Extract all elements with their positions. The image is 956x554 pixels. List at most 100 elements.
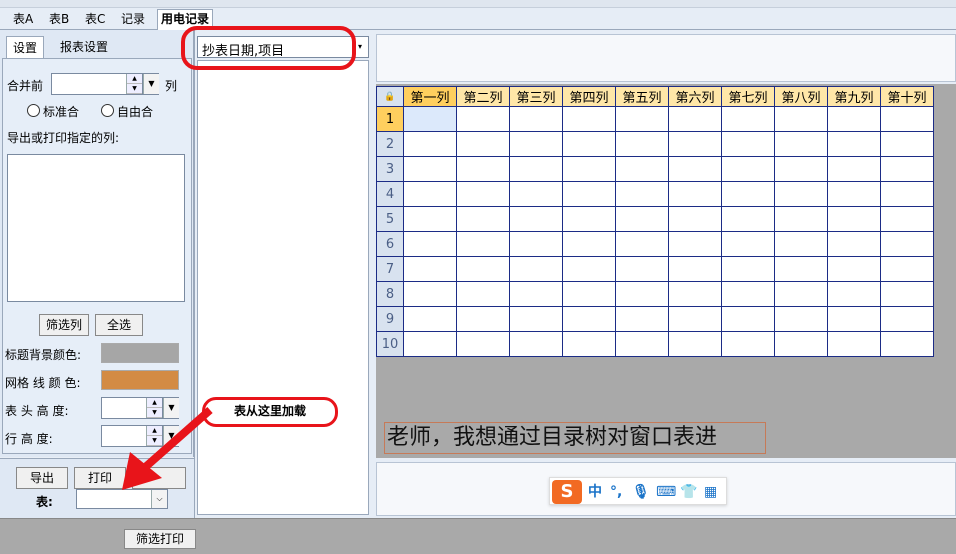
grid-cell[interactable] [827, 106, 881, 132]
grid-cell[interactable] [403, 206, 457, 232]
grid-cell[interactable] [827, 181, 881, 207]
grid-cell[interactable] [880, 231, 934, 257]
select-all-button[interactable]: 全选 [95, 314, 143, 336]
row-header[interactable]: 5 [376, 206, 404, 232]
grid-cell[interactable] [403, 256, 457, 282]
column-header[interactable]: 第一列 [403, 86, 457, 107]
grid-cell[interactable] [456, 231, 510, 257]
grid-cell[interactable] [774, 106, 828, 132]
grid-cell[interactable] [774, 281, 828, 307]
grid-cell[interactable] [827, 281, 881, 307]
grid-cell[interactable] [615, 131, 669, 157]
data-grid[interactable]: 🔒 第一列 第二列 第三列 第四列 第五列 第六列 第七列 第八列 第九列 第十… [376, 86, 934, 357]
grid-cell[interactable] [562, 181, 616, 207]
grid-cell[interactable] [456, 206, 510, 232]
grid-cell[interactable] [456, 281, 510, 307]
grid-cell[interactable] [615, 106, 669, 132]
row-header[interactable]: 8 [376, 281, 404, 307]
table-row[interactable]: 5 [376, 206, 934, 232]
row-header[interactable]: 4 [376, 181, 404, 207]
grid-cell[interactable] [562, 206, 616, 232]
grid-cell[interactable] [509, 181, 563, 207]
grid-cell[interactable] [562, 331, 616, 357]
microphone-icon[interactable]: 🎙 [632, 482, 650, 502]
grid-cell[interactable] [880, 281, 934, 307]
grid-cell[interactable] [615, 156, 669, 182]
column-header[interactable]: 第二列 [456, 86, 510, 107]
subtab-report-settings[interactable]: 报表设置 [54, 36, 114, 58]
export-button[interactable]: 导出 [16, 467, 68, 489]
column-header[interactable]: 第四列 [562, 86, 616, 107]
chinese-mode-icon[interactable]: 中 [588, 482, 602, 502]
grid-cell[interactable] [721, 106, 775, 132]
grid-cell[interactable] [827, 131, 881, 157]
grid-cell[interactable] [403, 131, 457, 157]
grid-cell[interactable] [615, 306, 669, 332]
grid-cell[interactable] [562, 231, 616, 257]
ime-toolbar[interactable]: S 中 °, 🎙 ⌨ 👕 ▦ [549, 477, 727, 505]
column-header[interactable]: 第八列 [774, 86, 828, 107]
grid-cell[interactable] [880, 256, 934, 282]
table-row[interactable]: 1 [376, 106, 934, 132]
title-bg-color-swatch[interactable] [101, 343, 179, 363]
grid-cell[interactable] [774, 256, 828, 282]
grid-cell[interactable] [562, 131, 616, 157]
grid-cell[interactable] [403, 331, 457, 357]
radio-free-merge[interactable] [101, 104, 114, 117]
row-header[interactable]: 1 [376, 106, 404, 132]
grid-cell[interactable] [403, 281, 457, 307]
grid-cell[interactable] [774, 181, 828, 207]
grid-cell[interactable] [509, 106, 563, 132]
grid-cell[interactable] [615, 231, 669, 257]
directory-tree[interactable] [197, 60, 369, 515]
grid-cell[interactable] [721, 306, 775, 332]
table-row[interactable]: 8 [376, 281, 934, 307]
grid-cell[interactable] [509, 231, 563, 257]
column-header[interactable]: 第七列 [721, 86, 775, 107]
grid-cell[interactable] [456, 131, 510, 157]
toolbox-icon[interactable]: ▦ [704, 482, 717, 502]
grid-cell[interactable] [509, 281, 563, 307]
grid-cell[interactable] [721, 256, 775, 282]
grid-cell[interactable] [774, 331, 828, 357]
filter-print-button[interactable]: 筛选打印 [124, 529, 196, 549]
grid-cell[interactable] [668, 281, 722, 307]
row-header[interactable]: 9 [376, 306, 404, 332]
grid-cell[interactable] [880, 206, 934, 232]
grid-cell[interactable] [668, 156, 722, 182]
grid-cell[interactable] [509, 206, 563, 232]
keyboard-icon[interactable]: ⌨ [656, 482, 676, 502]
subtab-settings[interactable]: 设置 [6, 36, 45, 58]
grid-cell[interactable] [615, 256, 669, 282]
merge-count-dropdown[interactable]: ▼ [143, 73, 159, 95]
skin-icon[interactable]: 👕 [680, 482, 697, 502]
grid-cell[interactable] [721, 281, 775, 307]
grid-cell[interactable] [721, 131, 775, 157]
grid-cell[interactable] [562, 156, 616, 182]
grid-cell[interactable] [721, 206, 775, 232]
grid-cell[interactable] [562, 306, 616, 332]
grid-cell[interactable] [774, 156, 828, 182]
grid-cell[interactable] [774, 231, 828, 257]
grid-cell[interactable] [403, 181, 457, 207]
grid-cell[interactable] [456, 156, 510, 182]
grid-cell[interactable] [827, 331, 881, 357]
grid-cell[interactable] [509, 306, 563, 332]
table-row[interactable]: 7 [376, 256, 934, 282]
grid-cell[interactable] [403, 231, 457, 257]
grid-cell[interactable] [456, 256, 510, 282]
grid-cell[interactable] [880, 331, 934, 357]
grid-cell[interactable] [774, 131, 828, 157]
grid-cell[interactable] [456, 106, 510, 132]
grid-cell[interactable] [509, 156, 563, 182]
grid-cell[interactable] [509, 131, 563, 157]
grid-cell[interactable] [827, 306, 881, 332]
grid-cell[interactable] [827, 156, 881, 182]
tab-table-b[interactable]: 表B [46, 10, 72, 29]
row-header[interactable]: 7 [376, 256, 404, 282]
grid-cell[interactable] [774, 206, 828, 232]
row-header[interactable]: 2 [376, 131, 404, 157]
grid-cell[interactable] [827, 256, 881, 282]
grid-cell[interactable] [615, 281, 669, 307]
table-row[interactable]: 9 [376, 306, 934, 332]
